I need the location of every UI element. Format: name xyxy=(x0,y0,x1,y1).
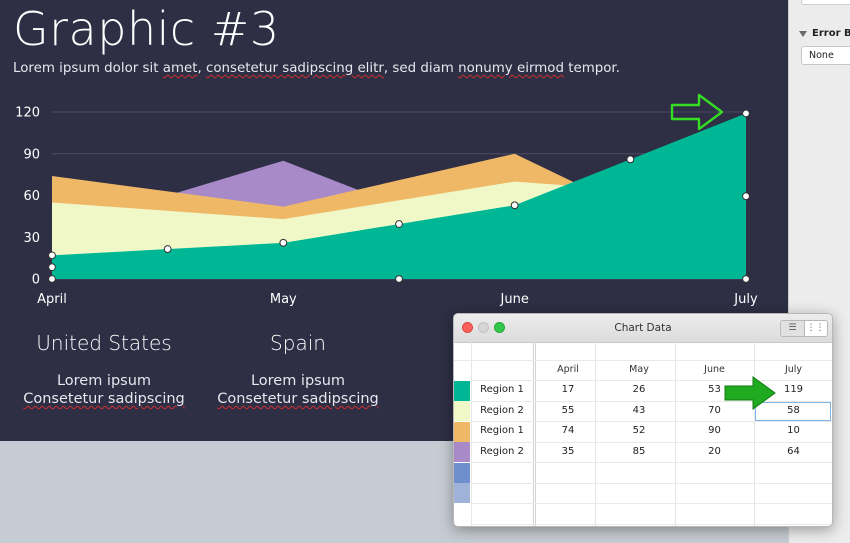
data-cell[interactable]: 64 xyxy=(754,442,832,462)
data-cell[interactable]: 119 xyxy=(754,380,832,400)
data-cell[interactable]: 85 xyxy=(603,442,675,462)
selection-handle[interactable] xyxy=(395,275,403,283)
series-color-swatch[interactable] xyxy=(454,462,470,483)
error-bars-label: Error Ba xyxy=(812,28,850,39)
y-tick-label: 60 xyxy=(23,189,40,204)
y-tick-label: 30 xyxy=(23,231,40,246)
chart-data-window: Chart Data ☰ ⋮⋮ April May June July Region 1… xyxy=(453,313,833,527)
data-cell[interactable]: 55 xyxy=(533,401,603,421)
column-title[interactable]: Spain xyxy=(198,331,398,355)
column-header[interactable]: April xyxy=(533,364,603,375)
row-label[interactable] xyxy=(471,503,533,523)
selection-handle[interactable] xyxy=(48,263,56,272)
selection-handle[interactable] xyxy=(163,245,172,253)
data-cell[interactable] xyxy=(533,503,603,523)
disclosure-triangle-icon[interactable] xyxy=(799,31,807,37)
y-tick-label: 120 xyxy=(15,106,40,121)
data-cell[interactable]: 90 xyxy=(675,421,754,441)
x-tick-label: July xyxy=(733,292,758,307)
row-label[interactable] xyxy=(471,483,533,503)
selection-handle[interactable] xyxy=(395,220,403,228)
misspelled-word: nonumy eirmod xyxy=(458,61,564,76)
column-view-icon[interactable]: ⋮⋮ xyxy=(804,321,827,336)
column-text-line: Consetetur sadipscing xyxy=(217,391,379,407)
list-view-icon[interactable]: ☰ xyxy=(781,321,805,336)
row-label[interactable]: Region 2 xyxy=(471,401,533,421)
subtitle-text: tempor. xyxy=(563,61,620,76)
data-cell[interactable]: 35 xyxy=(533,442,603,462)
data-cell[interactable]: 52 xyxy=(603,421,675,441)
x-tick-label: June xyxy=(500,292,529,307)
x-tick-label: May xyxy=(270,292,297,307)
subtitle-text: Lorem ipsum dolor sit xyxy=(13,61,163,76)
row-label[interactable]: Region 2 xyxy=(471,442,533,462)
column-text-line: Lorem ipsum xyxy=(250,373,346,389)
misspelled-word: consetetur sadipscing elitr xyxy=(206,61,384,76)
subtitle-text: , sed diam xyxy=(383,61,459,76)
subtitle-text: , xyxy=(197,61,206,76)
data-cell[interactable]: 10 xyxy=(754,421,832,441)
data-cell[interactable] xyxy=(603,503,675,523)
selection-handle[interactable] xyxy=(510,201,519,210)
data-cell[interactable] xyxy=(754,503,832,523)
table-divider xyxy=(471,523,832,525)
column-text-line: Lorem ipsum xyxy=(56,373,152,389)
slide-title[interactable]: Graphic #3 xyxy=(13,2,280,56)
data-cell[interactable] xyxy=(675,483,754,503)
selection-handle[interactable] xyxy=(48,275,56,283)
series-color-swatch[interactable] xyxy=(454,380,470,401)
column-title[interactable]: United States xyxy=(4,331,204,355)
data-cell[interactable] xyxy=(754,462,832,482)
column-text[interactable]: Lorem ipsum Consetetur sadipscing xyxy=(198,372,398,408)
series-color-swatch[interactable] xyxy=(454,442,470,462)
data-cell[interactable]: 20 xyxy=(675,442,754,462)
data-cell[interactable] xyxy=(754,483,832,503)
table-divider xyxy=(454,360,832,361)
data-cell[interactable] xyxy=(533,462,603,482)
data-cell[interactable] xyxy=(675,462,754,482)
y-tick-label: 0 xyxy=(32,273,40,288)
column-header[interactable]: July xyxy=(754,364,832,375)
data-cell[interactable] xyxy=(603,483,675,503)
data-cell[interactable]: 26 xyxy=(603,380,675,400)
window-title: Chart Data xyxy=(614,322,672,334)
data-cell[interactable] xyxy=(603,462,675,482)
window-titlebar[interactable]: Chart Data ☰ ⋮⋮ xyxy=(454,314,832,343)
data-cell[interactable] xyxy=(675,503,754,523)
view-toggle: ☰ ⋮⋮ xyxy=(780,320,828,337)
series-color-swatch[interactable] xyxy=(454,421,470,442)
selection-handle[interactable] xyxy=(742,109,750,118)
data-cell[interactable]: 43 xyxy=(603,401,675,421)
data-cell[interactable] xyxy=(533,483,603,503)
column-text-line: Consetetur sadipscing xyxy=(23,391,185,407)
selection-handle[interactable] xyxy=(742,192,750,201)
column-text[interactable]: Lorem ipsum Consetetur sadipscing xyxy=(4,372,204,408)
misspelled-word: amet xyxy=(162,61,198,76)
selection-handle[interactable] xyxy=(279,238,288,247)
series-color-swatch[interactable] xyxy=(454,483,470,503)
row-label[interactable]: Region 1 xyxy=(471,421,533,441)
error-bars-select[interactable]: None xyxy=(801,46,850,65)
column-header[interactable]: May xyxy=(603,364,675,375)
slide-subtitle[interactable]: Lorem ipsum dolor sit amet, consetetur s… xyxy=(13,61,620,76)
row-label[interactable]: Region 1 xyxy=(471,380,533,400)
series-color-swatch[interactable] xyxy=(454,401,470,421)
selection-handle[interactable] xyxy=(742,275,750,283)
column-header[interactable]: June xyxy=(675,364,754,375)
data-cell[interactable]: 58 xyxy=(754,401,832,421)
x-tick-label: April xyxy=(37,292,67,307)
selection-handle[interactable] xyxy=(48,251,56,260)
row-label[interactable] xyxy=(471,462,533,482)
data-cell[interactable]: 53 xyxy=(675,380,754,400)
selection-handle[interactable] xyxy=(626,155,635,164)
y-tick-label: 90 xyxy=(23,147,40,162)
inspector-field-edge xyxy=(801,0,850,5)
data-cell[interactable]: 17 xyxy=(533,380,603,400)
data-cell[interactable]: 70 xyxy=(675,401,754,421)
data-cell[interactable]: 74 xyxy=(533,421,603,441)
